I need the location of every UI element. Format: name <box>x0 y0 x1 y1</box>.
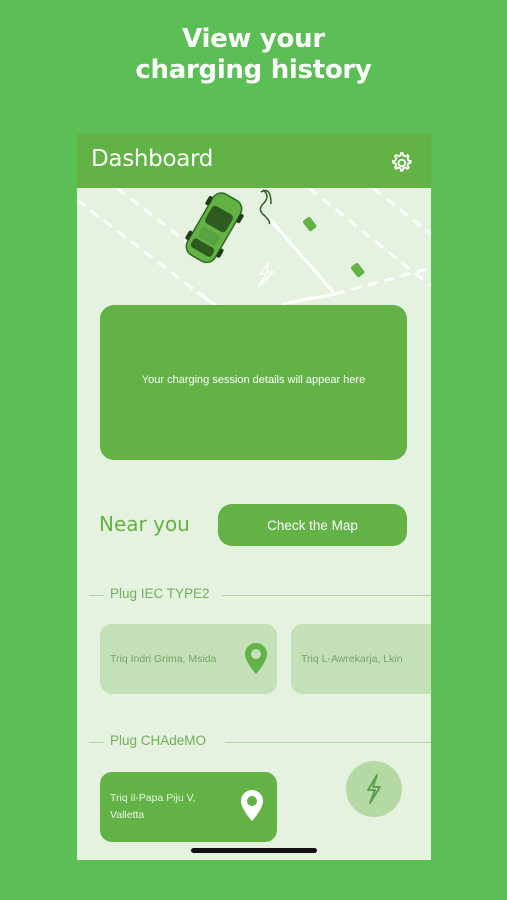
section-title: Plug CHAdeMO <box>110 733 207 748</box>
headline-line-1: View your <box>182 24 325 54</box>
station-name: Triq il-Papa Piju V, Valletta <box>110 790 196 824</box>
app-title: Dashboard <box>91 146 214 172</box>
parking-illustration <box>77 188 431 312</box>
divider <box>89 595 104 596</box>
station-name-line-2: Valletta <box>110 809 145 821</box>
divider <box>225 742 431 743</box>
promo-headline: View your charging history <box>0 24 507 86</box>
section-title: Plug IEC TYPE2 <box>110 586 210 601</box>
check-map-button[interactable]: Check the Map <box>218 504 407 546</box>
session-details-card: Your charging session details will appea… <box>100 305 407 460</box>
app-bar: Dashboard <box>77 134 431 188</box>
headline-line-2: charging history <box>135 55 372 85</box>
station-name-line-1: Triq il-Papa Piju V, <box>110 792 196 804</box>
section-header-chademo: Plug CHAdeMO <box>77 732 431 752</box>
gear-icon[interactable] <box>388 150 414 176</box>
divider <box>89 742 104 743</box>
station-card-lkin[interactable]: Triq L-Awrekarja, Lkin <box>291 624 431 694</box>
location-pin-icon <box>245 643 267 674</box>
charge-action-button[interactable] <box>346 761 402 817</box>
lightning-bolt-icon <box>367 774 381 804</box>
station-card-msida[interactable]: Triq Indri Grima, Msida <box>100 624 277 694</box>
home-indicator[interactable] <box>191 848 317 853</box>
station-name: Triq Indri Grima, Msida <box>110 653 217 665</box>
station-name: Triq L-Awrekarja, Lkin <box>301 653 403 665</box>
near-you-label: Near you <box>99 512 190 536</box>
session-placeholder-text: Your charging session details will appea… <box>141 374 366 386</box>
section-header-iec-type2: Plug IEC TYPE2 <box>77 585 431 605</box>
divider <box>222 595 431 596</box>
station-card-valletta[interactable]: Triq il-Papa Piju V, Valletta <box>100 772 277 842</box>
phone-screen: Dashboard Your charging session details … <box>77 134 431 860</box>
location-pin-icon <box>241 790 263 821</box>
